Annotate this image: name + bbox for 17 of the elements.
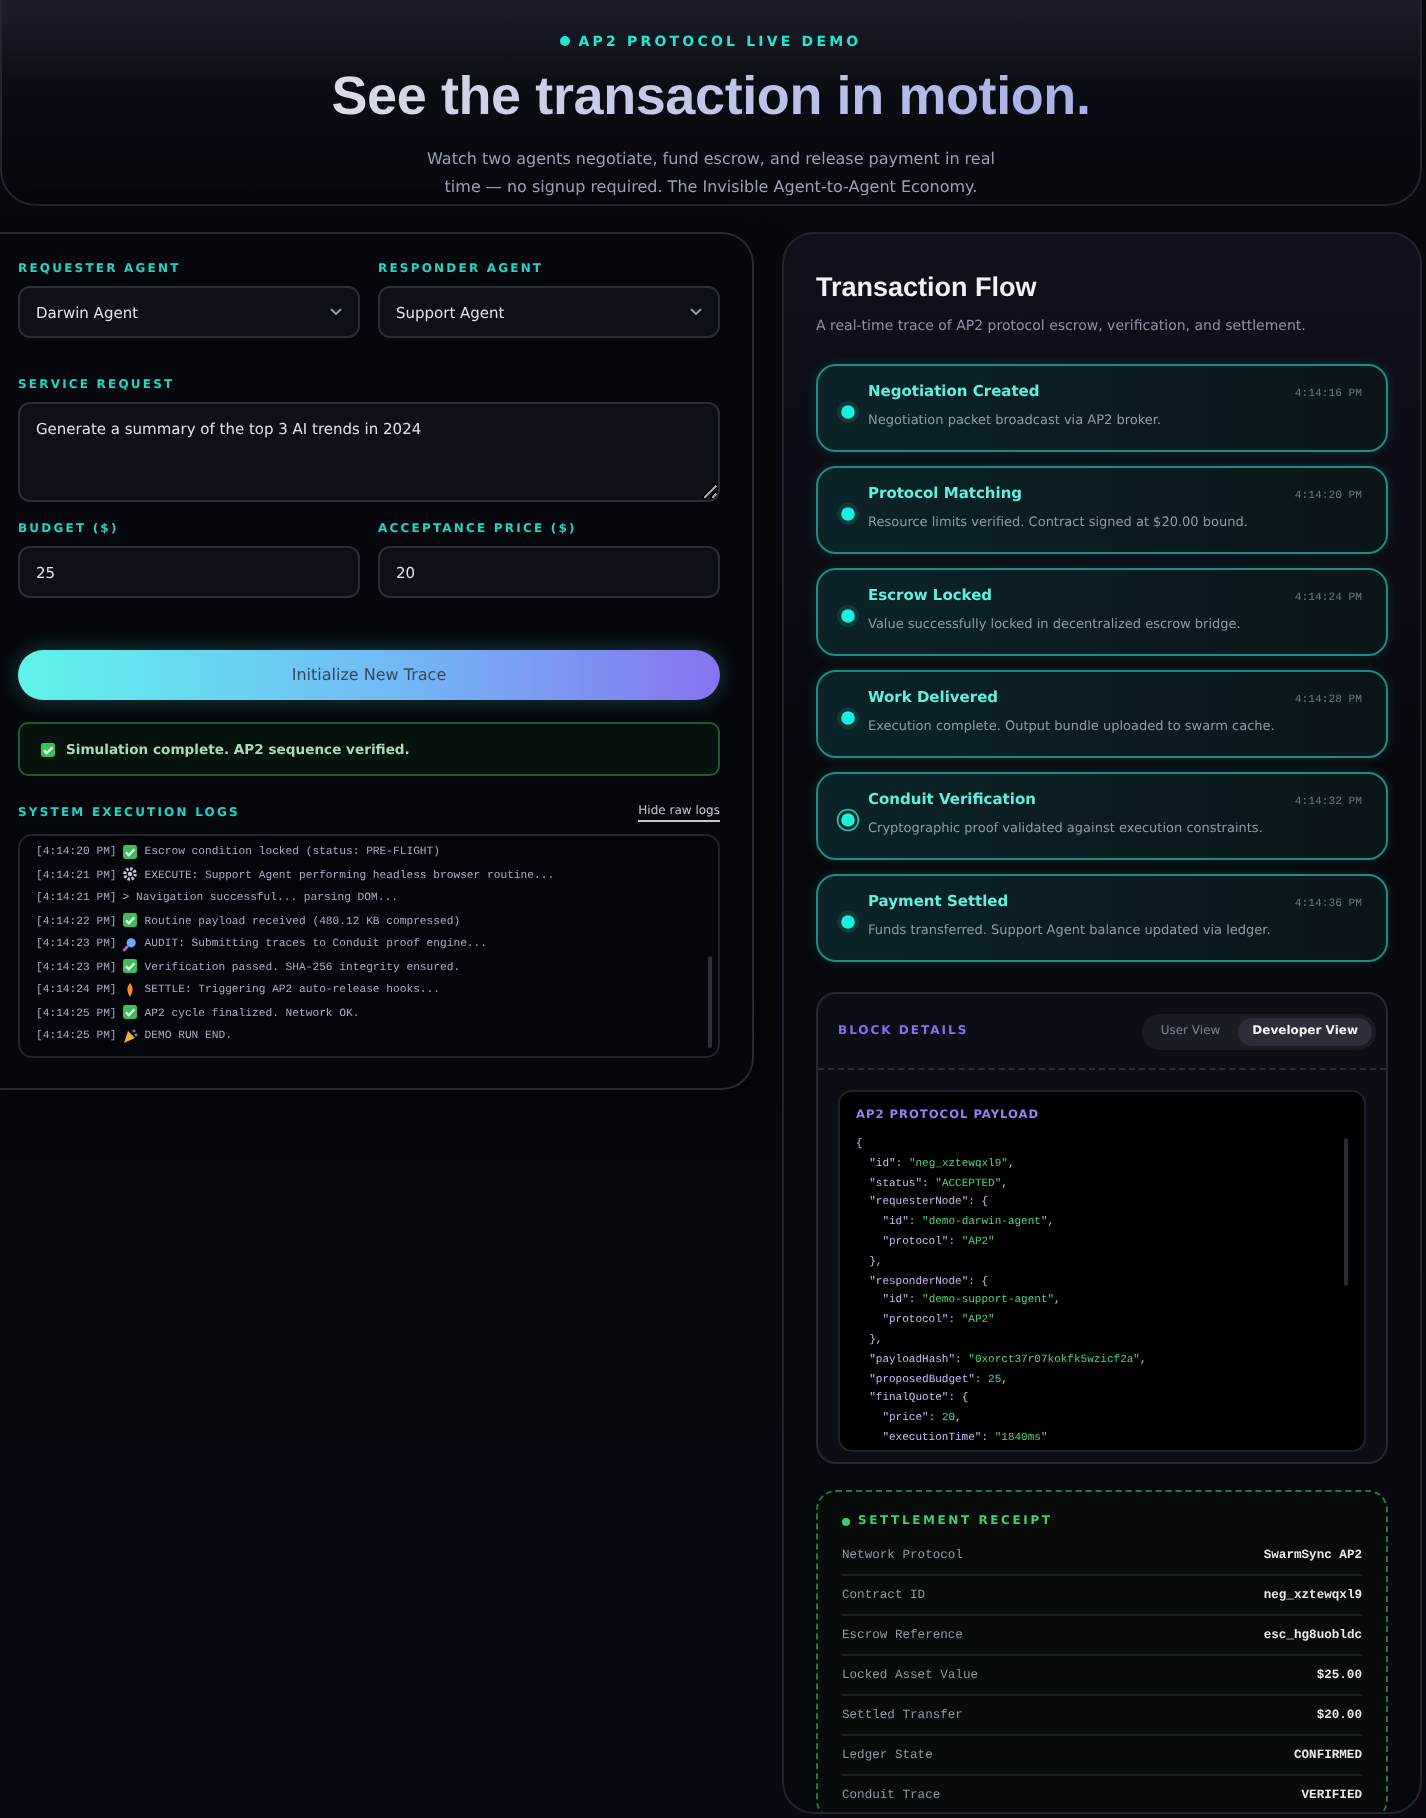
scrollbar: [708, 956, 712, 1048]
flame-icon: [122, 981, 139, 998]
page-subtitle: Watch two agents negotiate, fund escrow, and release payment in real time — no signup required. The Invisible Agent-to-Agent Economy.: [425, 148, 997, 200]
gear-icon: [122, 866, 139, 883]
panel-title: Transaction Flow: [816, 272, 1039, 302]
chevron-down-icon: [330, 308, 342, 316]
initialize-trace-button[interactable]: Initialize New Trace: [18, 650, 720, 700]
chevron-down-icon: [690, 308, 702, 316]
party-popper-icon: [122, 1027, 139, 1044]
magnifier-icon: [122, 935, 139, 952]
check-icon: [40, 741, 56, 757]
check-icon: [122, 912, 139, 929]
check-icon: [122, 1004, 139, 1021]
status-dot-icon: [842, 1517, 850, 1525]
status-dot-icon: [560, 36, 571, 46]
check-icon: [122, 958, 139, 975]
check-icon: [122, 843, 139, 860]
